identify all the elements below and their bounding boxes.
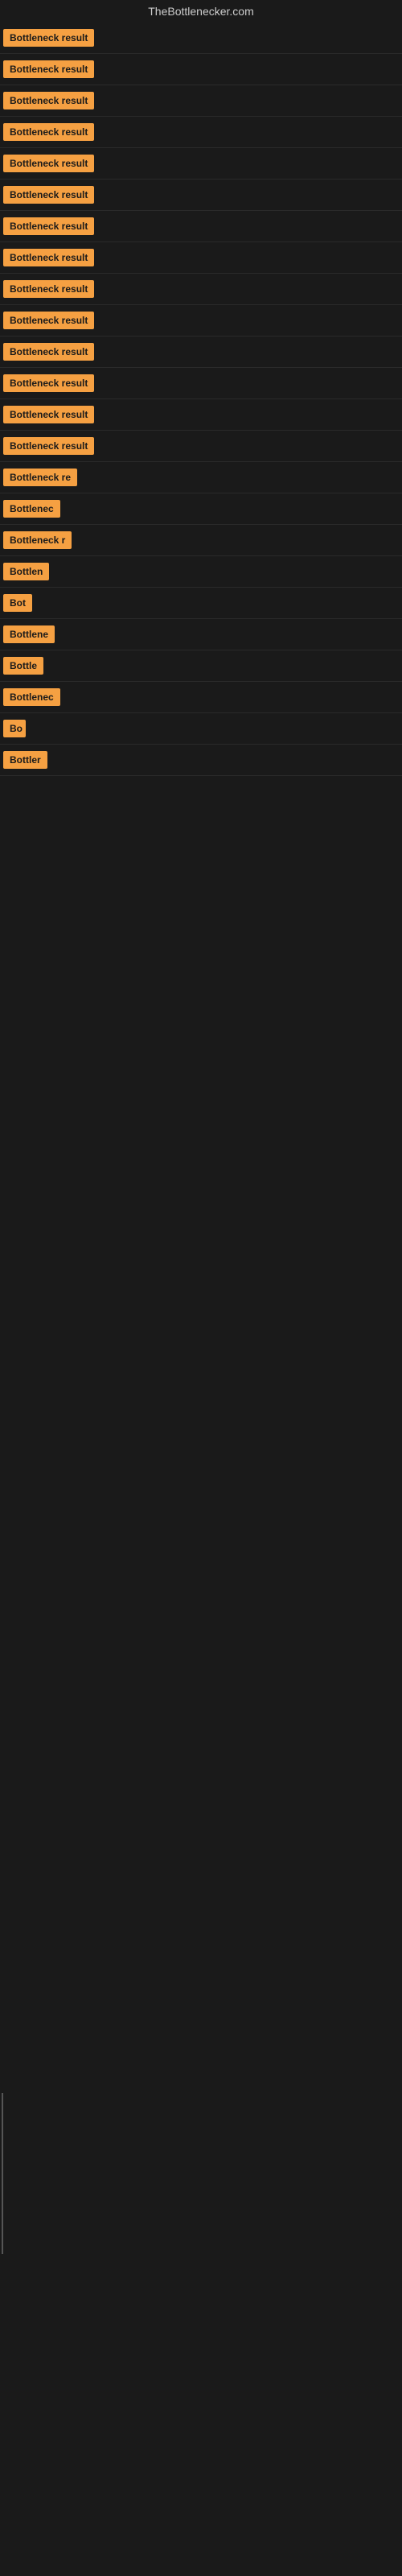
bottleneck-badge: Bottlenec	[3, 688, 60, 706]
list-item[interactable]: Bottleneck re	[0, 462, 402, 493]
bottleneck-badge: Bottleneck result	[3, 312, 94, 329]
list-item[interactable]: Bottleneck result	[0, 336, 402, 368]
list-item[interactable]: Bottleneck result	[0, 399, 402, 431]
list-item[interactable]: Bottleneck result	[0, 180, 402, 211]
bottleneck-badge: Bottleneck result	[3, 92, 94, 109]
bottleneck-badge: Bottlene	[3, 625, 55, 643]
bottleneck-badge: Bottlenec	[3, 500, 60, 518]
list-item[interactable]: Bottleneck result	[0, 148, 402, 180]
bottleneck-badge: Bottleneck re	[3, 469, 77, 486]
bottleneck-badge: Bottleneck result	[3, 374, 94, 392]
list-item[interactable]: Bottlene	[0, 619, 402, 650]
list-item[interactable]: Bottlenec	[0, 493, 402, 525]
bottleneck-badge: Bottleneck result	[3, 280, 94, 298]
vertical-line-decoration	[2, 2093, 3, 2254]
list-item[interactable]: Bottleneck result	[0, 85, 402, 117]
list-item[interactable]: Bottleneck result	[0, 305, 402, 336]
bottleneck-badge: Bottleneck result	[3, 29, 94, 47]
list-item[interactable]: Bottleneck result	[0, 211, 402, 242]
bottleneck-badge: Bottleneck r	[3, 531, 72, 549]
list-item[interactable]: Bottleneck result	[0, 368, 402, 399]
bottleneck-badge: Bottleneck result	[3, 217, 94, 235]
list-item[interactable]: Bottlenec	[0, 682, 402, 713]
bottleneck-badge: Bottle	[3, 657, 43, 675]
list-item[interactable]: Bottleneck result	[0, 117, 402, 148]
bottleneck-badge: Bottleneck result	[3, 437, 94, 455]
site-title-text: TheBottlenecker.com	[148, 5, 254, 18]
list-item[interactable]: Bottlen	[0, 556, 402, 588]
list-item[interactable]: Bo	[0, 713, 402, 745]
bottleneck-badge: Bo	[3, 720, 26, 737]
list-item[interactable]: Bottleneck result	[0, 242, 402, 274]
list-item[interactable]: Bottleneck result	[0, 54, 402, 85]
bottleneck-badge: Bottleneck result	[3, 155, 94, 172]
bottleneck-badge: Bottlen	[3, 563, 49, 580]
bottleneck-badge: Bottleneck result	[3, 406, 94, 423]
list-item[interactable]: Bottleneck result	[0, 431, 402, 462]
bottleneck-badge: Bottleneck result	[3, 249, 94, 266]
list-item[interactable]: Bottleneck r	[0, 525, 402, 556]
bottleneck-badge: Bottler	[3, 751, 47, 769]
list-item[interactable]: Bottleneck result	[0, 23, 402, 54]
bottleneck-badge: Bottleneck result	[3, 343, 94, 361]
list-item[interactable]: Bottle	[0, 650, 402, 682]
bottleneck-badge: Bottleneck result	[3, 60, 94, 78]
bottleneck-badge: Bottleneck result	[3, 186, 94, 204]
list-item[interactable]: Bottler	[0, 745, 402, 776]
list-item[interactable]: Bottleneck result	[0, 274, 402, 305]
bottleneck-badge: Bottleneck result	[3, 123, 94, 141]
list-item[interactable]: Bot	[0, 588, 402, 619]
site-title: TheBottlenecker.com	[0, 0, 402, 23]
bottleneck-badge: Bot	[3, 594, 32, 612]
